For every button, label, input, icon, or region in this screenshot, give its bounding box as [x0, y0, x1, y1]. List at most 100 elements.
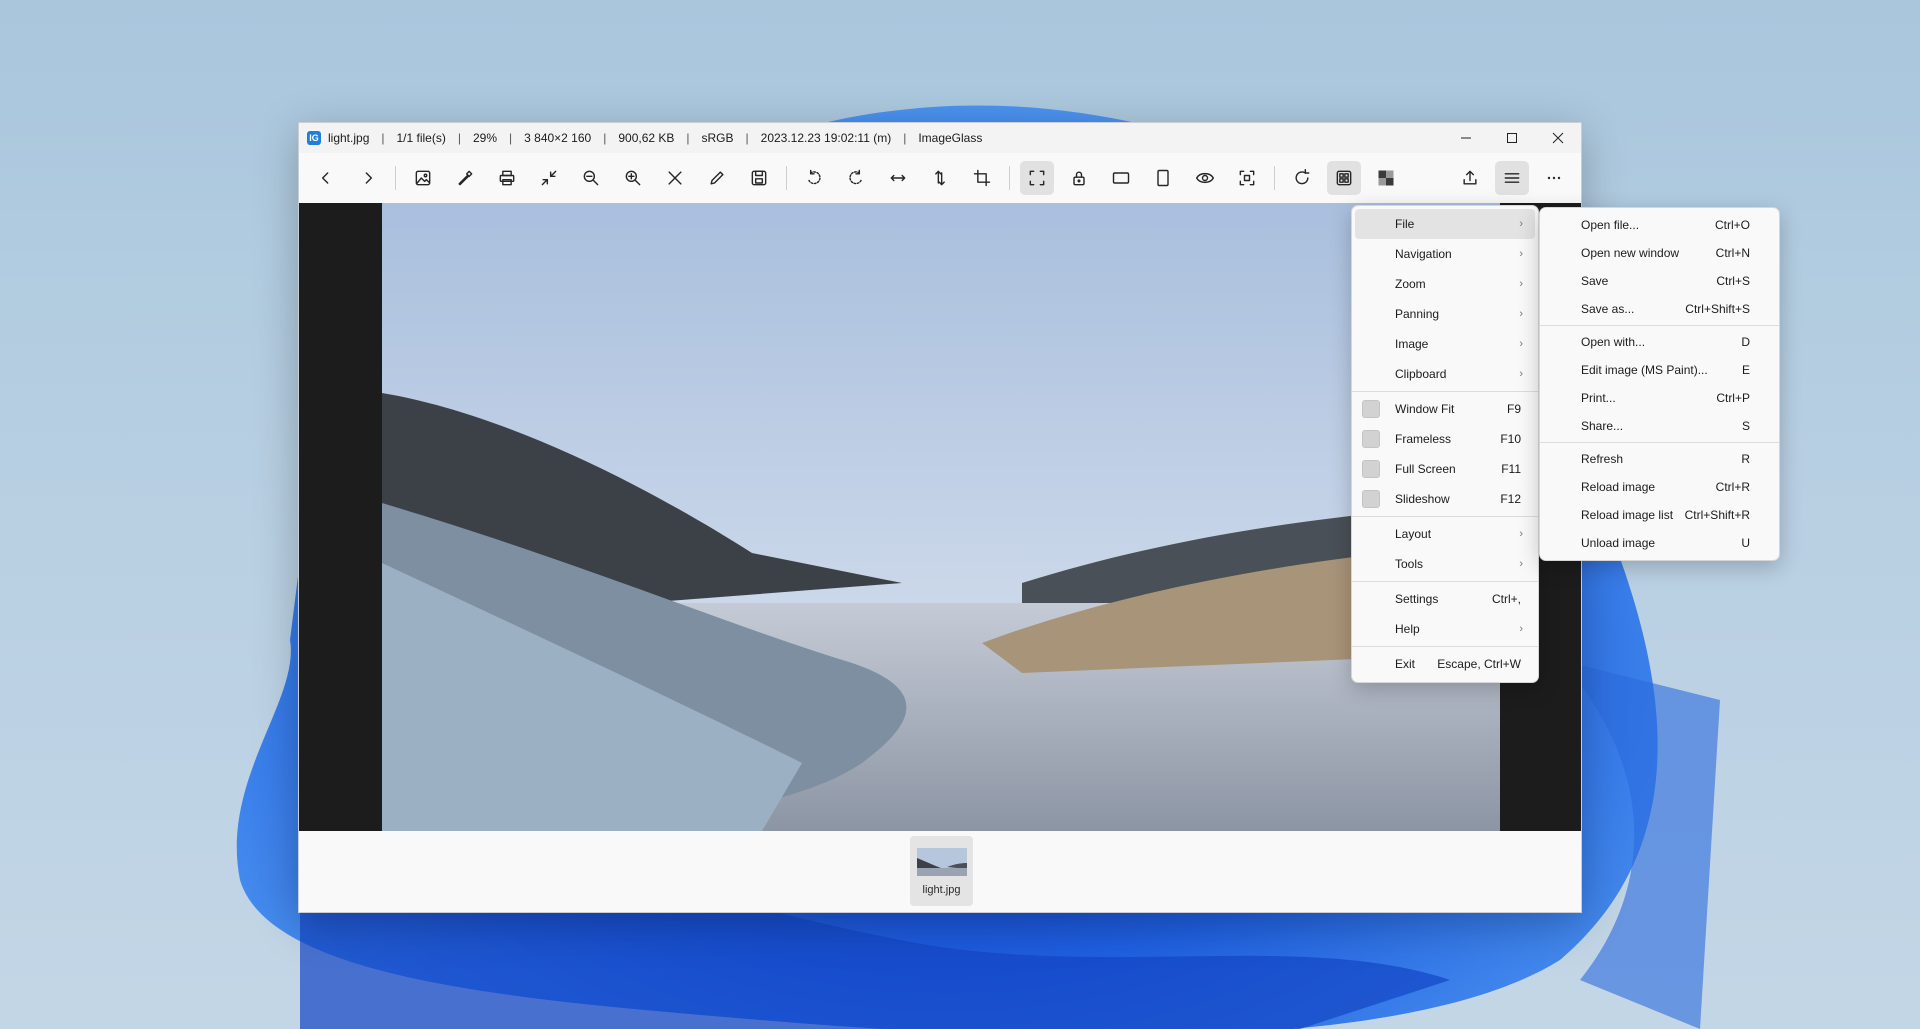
lock-zoom-button[interactable]: [1062, 161, 1096, 195]
title-date: 2023.12.23 19:02:11 (m): [760, 131, 892, 145]
open-file-button[interactable]: [406, 161, 440, 195]
submenu-item-save-as[interactable]: Save as... Ctrl+Shift+S: [1543, 295, 1776, 323]
rotate-left-button[interactable]: [797, 161, 831, 195]
submenu-item-share[interactable]: Share... S: [1543, 412, 1776, 440]
gallery-icon: [1336, 170, 1352, 186]
clear-button[interactable]: [658, 161, 692, 195]
print-button[interactable]: [490, 161, 524, 195]
submenu-item-edit-image[interactable]: Edit image (MS Paint)... E: [1543, 356, 1776, 384]
menu-item-clipboard[interactable]: Clipboard ›: [1355, 359, 1535, 389]
eyedropper-icon: [458, 170, 473, 186]
crop-button[interactable]: [965, 161, 999, 195]
zoom-out-button[interactable]: [574, 161, 608, 195]
title-bar[interactable]: IG light.jpg | 1/1 file(s) | 29% | 3 840…: [299, 123, 1581, 153]
flip-vertical-icon: [935, 170, 945, 186]
flip-vertical-button[interactable]: [923, 161, 957, 195]
refresh-icon: [1295, 168, 1310, 185]
previous-image-button[interactable]: [309, 161, 343, 195]
submenu-item-open-new-window[interactable]: Open new window Ctrl+N: [1543, 239, 1776, 267]
thumbnail-image: [916, 848, 967, 876]
more-button[interactable]: [1537, 161, 1571, 195]
menu-item-settings[interactable]: Settings Ctrl+,: [1355, 584, 1535, 614]
chevron-right-icon: ›: [1519, 368, 1523, 380]
shrink-icon: [541, 170, 557, 186]
chevron-right-icon: ›: [1519, 338, 1523, 350]
chevron-right-icon: ›: [1519, 308, 1523, 320]
menu-item-exit[interactable]: Exit Escape, Ctrl+W: [1355, 649, 1535, 679]
checkbox[interactable]: [1362, 430, 1380, 448]
checkbox[interactable]: [1362, 460, 1380, 478]
chevron-right-icon: ›: [1519, 248, 1523, 260]
toolbar: [299, 153, 1581, 203]
flip-horizontal-button[interactable]: [881, 161, 915, 195]
upload-icon: [1463, 170, 1477, 185]
next-image-button[interactable]: [351, 161, 385, 195]
title-filesize: 900,62 KB: [618, 131, 675, 145]
minimize-button[interactable]: [1443, 123, 1489, 153]
menu-item-layout[interactable]: Layout ›: [1355, 519, 1535, 549]
window-fit-icon: [1029, 170, 1045, 186]
checkerboard-button[interactable]: [1369, 161, 1403, 195]
checkbox[interactable]: [1362, 490, 1380, 508]
chevron-right-icon: [365, 172, 373, 184]
close-icon: [1552, 132, 1564, 144]
eye-icon: [1195, 172, 1215, 184]
menu-item-image[interactable]: Image ›: [1355, 329, 1535, 359]
flip-horizontal-icon: [890, 174, 906, 182]
submenu-item-unload-image[interactable]: Unload image U: [1543, 529, 1776, 557]
menu-item-frameless[interactable]: Frameless F10: [1355, 424, 1535, 454]
portrait-icon: [1157, 169, 1169, 187]
menu-item-navigation[interactable]: Navigation ›: [1355, 239, 1535, 269]
zoom-in-button[interactable]: [616, 161, 650, 195]
close-icon: [668, 171, 682, 185]
rotate-right-button[interactable]: [839, 161, 873, 195]
chevron-left-icon: [321, 172, 329, 184]
checkerboard-icon: [1378, 170, 1394, 186]
close-window-button[interactable]: [1535, 123, 1581, 153]
main-menu-button[interactable]: [1495, 161, 1529, 195]
maximize-icon: [1507, 133, 1517, 143]
chevron-right-icon: ›: [1519, 558, 1523, 570]
menu-item-file[interactable]: File ›: [1355, 209, 1535, 239]
chevron-right-icon: ›: [1519, 623, 1523, 635]
checkbox[interactable]: [1362, 400, 1380, 418]
minimize-icon: [1461, 137, 1471, 139]
menu-item-slideshow[interactable]: Slideshow F12: [1355, 484, 1535, 514]
thumbnail-item[interactable]: light.jpg: [910, 836, 973, 906]
menu-item-tools[interactable]: Tools ›: [1355, 549, 1535, 579]
share-button[interactable]: [1453, 161, 1487, 195]
image-icon: [415, 170, 431, 186]
menu-item-zoom[interactable]: Zoom ›: [1355, 269, 1535, 299]
window-fit-button[interactable]: [1020, 161, 1054, 195]
save-button[interactable]: [742, 161, 776, 195]
menu-item-help[interactable]: Help ›: [1355, 614, 1535, 644]
menu-item-window-fit[interactable]: Window Fit F9: [1355, 394, 1535, 424]
preview-button[interactable]: [1188, 161, 1222, 195]
title-app-name: ImageGlass: [918, 131, 983, 145]
displayed-image: [382, 203, 1500, 831]
title-filename: light.jpg: [328, 131, 370, 145]
submenu-item-open-file[interactable]: Open file... Ctrl+O: [1543, 211, 1776, 239]
menu-item-panning[interactable]: Panning ›: [1355, 299, 1535, 329]
submenu-item-save[interactable]: Save Ctrl+S: [1543, 267, 1776, 295]
refresh-button[interactable]: [1285, 161, 1319, 195]
submenu-item-reload-image-list[interactable]: Reload image list Ctrl+Shift+R: [1543, 501, 1776, 529]
auto-zoom-button[interactable]: [532, 161, 566, 195]
gallery-button[interactable]: [1327, 161, 1361, 195]
submenu-item-print[interactable]: Print... Ctrl+P: [1543, 384, 1776, 412]
title-color-profile: sRGB: [701, 131, 734, 145]
submenu-item-open-with[interactable]: Open with... D: [1543, 328, 1776, 356]
app-logo: IG: [307, 131, 321, 145]
maximize-button[interactable]: [1489, 123, 1535, 153]
submenu-item-reload-image[interactable]: Reload image Ctrl+R: [1543, 473, 1776, 501]
scale-to-height-button[interactable]: [1146, 161, 1180, 195]
edit-button[interactable]: [700, 161, 734, 195]
chevron-right-icon: ›: [1519, 218, 1523, 230]
menu-item-full-screen[interactable]: Full Screen F11: [1355, 454, 1535, 484]
rotate-right-icon: [849, 169, 862, 185]
submenu-item-refresh[interactable]: Refresh R: [1543, 445, 1776, 473]
full-screen-button[interactable]: [1230, 161, 1264, 195]
zoom-out-icon: [583, 170, 599, 186]
color-picker-button[interactable]: [448, 161, 482, 195]
scale-to-width-button[interactable]: [1104, 161, 1138, 195]
